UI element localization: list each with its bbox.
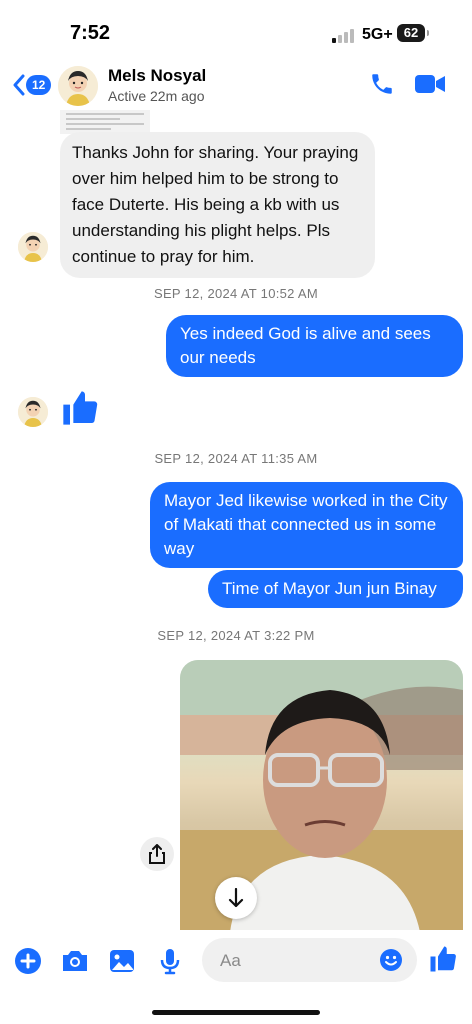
thumbs-up-icon [430, 946, 456, 972]
back-button[interactable]: 12 [12, 72, 52, 98]
emoji-button[interactable] [379, 948, 403, 972]
voice-call-button[interactable] [369, 71, 395, 97]
chat-header: 12 Mels Nosyal Active 22m ago [0, 60, 472, 110]
avatar-image [58, 66, 98, 106]
avatar-image [18, 397, 48, 427]
message-composer: Aa [0, 930, 472, 1024]
status-time: 7:52 [70, 22, 111, 44]
sender-avatar [18, 232, 48, 262]
outgoing-message[interactable]: Yes indeed God is alive and sees our nee… [166, 315, 463, 377]
outgoing-message[interactable]: Mayor Jed likewise worked in the City of… [150, 482, 463, 568]
video-camera-icon [415, 75, 445, 93]
add-button[interactable] [14, 947, 42, 975]
timestamp: SEP 12, 2024 AT 10:52 AM [153, 286, 319, 301]
network-label: 5G+ [362, 26, 393, 43]
thumbs-up-icon[interactable] [60, 388, 100, 428]
arrow-down-icon [228, 888, 244, 908]
microphone-icon [160, 949, 180, 975]
outgoing-message[interactable]: Time of Mayor Jun jun Binay [208, 570, 463, 608]
camera-icon [63, 951, 87, 971]
message-thread[interactable]: Thanks John for sharing. Your praying ov… [0, 110, 472, 932]
scroll-to-bottom-button[interactable] [215, 877, 257, 919]
gallery-icon [110, 950, 134, 972]
camera-button[interactable] [60, 947, 88, 975]
avatar-image [18, 232, 48, 262]
chevron-left-icon [13, 74, 25, 96]
share-button[interactable] [140, 837, 174, 871]
timestamp: SEP 12, 2024 AT 3:22 PM [157, 628, 315, 643]
plus-icon [15, 948, 41, 974]
previous-image-attachment[interactable] [60, 110, 150, 134]
share-icon [149, 844, 165, 864]
signal-icon [332, 27, 356, 43]
sender-avatar [18, 397, 48, 427]
message-input-placeholder: Aa [220, 951, 241, 970]
contact-avatar[interactable] [58, 66, 98, 106]
battery-indicator: 62 [397, 24, 429, 42]
gallery-button[interactable] [108, 947, 136, 975]
home-indicator [152, 1010, 320, 1015]
thumbs-up-reaction [63, 391, 98, 425]
send-like-button[interactable] [428, 944, 456, 972]
contact-name[interactable]: Mels Nosyal [108, 66, 206, 86]
phone-icon [372, 74, 392, 94]
incoming-message[interactable]: Thanks John for sharing. Your praying ov… [60, 132, 375, 278]
video-call-button[interactable] [414, 73, 446, 95]
timestamp: SEP 12, 2024 AT 11:35 AM [154, 451, 318, 466]
unread-count-badge: 12 [26, 75, 52, 95]
active-status: Active 22m ago [108, 88, 205, 104]
emoji-icon [380, 949, 402, 971]
status-bar: 7:52 5G+ 62 [0, 0, 472, 60]
voice-message-button[interactable] [156, 947, 184, 975]
message-input[interactable]: Aa [202, 938, 417, 982]
